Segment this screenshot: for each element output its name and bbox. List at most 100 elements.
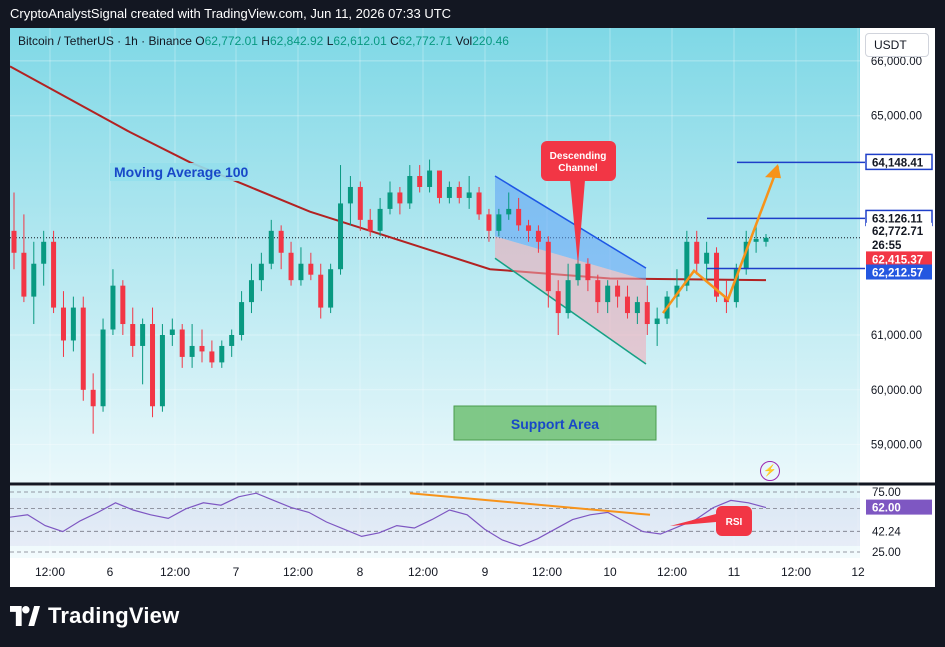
candle-body [417,176,423,187]
candle-body [763,237,769,242]
channel-callout-line2: Channel [558,163,598,174]
time-tick-label: 6 [107,565,114,579]
candle-body [476,192,482,215]
candle-body [338,203,344,270]
candle-body [367,219,373,231]
candle-body [654,318,660,325]
price-axis-background [860,28,935,558]
time-tick-label: 11 [728,565,741,579]
candle-body [545,241,551,292]
candle-body [486,214,492,231]
time-tick-label: 8 [357,565,364,579]
support-area-label: Support Area [511,416,599,432]
close-value: 62,772.71 [398,34,453,48]
price-pane-background [10,28,860,483]
chart-header-title: CryptoAnalystSignal created with Trading… [10,6,452,21]
candle-body [407,176,413,204]
candle-body [456,186,462,198]
candle-body [615,285,621,297]
candle-body [31,263,37,297]
candle-body [60,307,66,341]
candle-body [535,230,541,242]
price-tick-label: 59,000.00 [871,440,922,452]
candle-body [347,186,353,204]
time-tick-label: 7 [233,565,240,579]
candle-body [585,263,591,281]
time-tick-label: 12:00 [408,565,438,579]
candle-body [278,230,284,253]
candle-body [159,334,165,407]
candle-body [239,302,245,335]
candle-body [634,302,640,314]
candle-body [318,274,324,308]
candle-body [526,225,532,231]
open-value: 62,772.01 [204,34,258,48]
candle-body [436,170,442,198]
candle-body [110,285,116,330]
time-tick-label: 12 [851,565,865,579]
price-label-text: 62,772.71 [872,226,924,238]
time-tick-label: 12:00 [35,565,65,579]
time-tick-label: 12:00 [657,565,687,579]
price-tick-label: 60,000.00 [871,385,922,397]
chart-frame[interactable]: Support Area Moving Average 100 Descending… [10,28,935,587]
candle-body [446,186,452,198]
candle-body [694,241,700,264]
lightning-icon[interactable]: ⚡ [760,461,780,481]
chart-svg[interactable]: Support Area Moving Average 100 Descending… [10,28,935,587]
tradingview-logo-icon [10,606,40,626]
candle-body [753,239,759,242]
volume-label: Vol [455,34,473,48]
candle-body [357,186,363,220]
time-tick-label: 12:00 [283,565,313,579]
channel-callout-line1: Descending [550,151,607,162]
candle-body [308,263,314,275]
rsi-badge-label: RSI [726,517,743,528]
candle-body [189,345,195,357]
candle-body [209,351,215,363]
currency-selector-button[interactable]: USDT [865,33,929,57]
candle-body [298,263,304,281]
volume-value: 220.46 [472,34,509,48]
high-value: 62,842.92 [269,34,324,48]
price-label-text: 26:55 [872,240,902,252]
candle-body [644,302,650,325]
candle-body [387,192,393,209]
time-tick-label: 12:00 [781,565,811,579]
candle-body [258,263,264,281]
candle-body [565,280,571,314]
candle-body [70,307,76,341]
open-label: O [195,34,205,48]
symbol-name: Bitcoin / TetherUS · 1h · Binance [18,34,192,48]
candle-body [555,291,561,314]
candle-body [704,252,710,264]
low-value: 62,612.01 [333,34,387,48]
candle-body [328,269,334,308]
candle-body [130,324,136,346]
candle-body [51,241,57,308]
candle-body [288,252,294,281]
candle-body [150,324,156,407]
price-label-text: 62,212.57 [872,268,923,280]
candle-body [516,208,522,226]
time-tick-label: 10 [603,565,617,579]
candle-body [595,280,601,303]
candle-body [268,230,274,264]
time-tick-label: 12:00 [532,565,562,579]
candle-body [199,345,205,352]
price-tick-label: 66,000.00 [871,56,922,68]
candle-body [466,192,472,198]
candle-body [169,329,175,335]
tradingview-brand-text: TradingView [48,603,180,628]
candle-body [120,285,126,325]
price-label-text: 64,148.41 [872,157,924,169]
time-tick-label: 9 [482,565,489,579]
candle-body [229,334,235,346]
symbol-legend: Bitcoin / TetherUS · 1h · Binance O62,77… [18,34,509,48]
candle-body [140,324,146,346]
price-tick-label: 65,000.00 [871,111,922,123]
close-label: C [390,34,399,48]
candle-body [219,345,225,363]
candle-body [11,230,17,253]
candle-body [397,192,403,204]
